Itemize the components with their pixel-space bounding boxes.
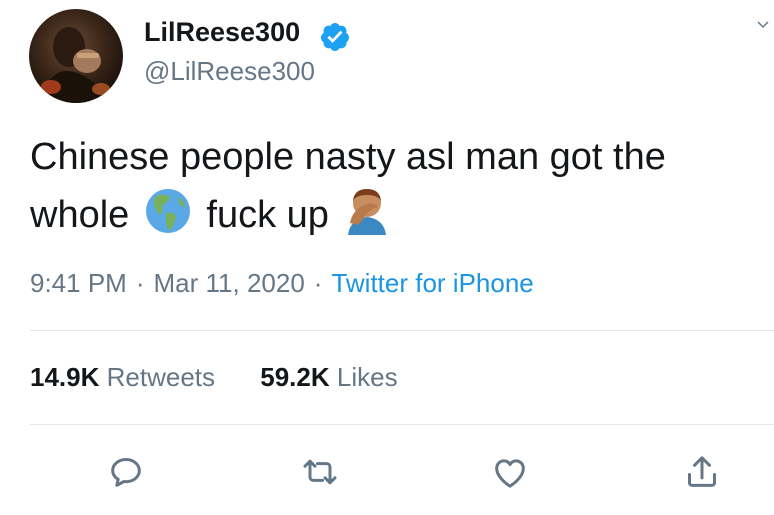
tweet-time: 9:41 PM xyxy=(30,268,127,298)
facepalm-icon xyxy=(347,189,386,235)
tweet-source-link[interactable]: Twitter for iPhone xyxy=(331,268,533,298)
share-icon xyxy=(688,456,716,487)
tweet-text-word: whole xyxy=(30,194,130,236)
like-icon xyxy=(495,459,525,488)
chevron-down-icon[interactable] xyxy=(756,18,770,32)
tweet-text-line-1: Chinese people nasty asl man got the xyxy=(30,136,666,178)
separator: · xyxy=(135,268,145,298)
retweet-icon xyxy=(303,459,337,485)
tweet-meta: 9:41 PM · Mar 11, 2020 · Twitter for iPhone xyxy=(30,268,534,299)
verified-badge-icon xyxy=(320,23,349,51)
divider xyxy=(30,424,774,425)
reply-icon xyxy=(111,458,141,487)
tweet-text-line-2: whole fuck up xyxy=(30,185,750,240)
likes-label: Likes xyxy=(336,362,398,392)
reply-button[interactable] xyxy=(106,452,146,492)
retweet-button[interactable] xyxy=(300,452,340,492)
like-button[interactable] xyxy=(490,452,530,492)
retweets-label: Retweets xyxy=(106,362,216,392)
globe-americas-icon xyxy=(145,189,190,233)
likes-stat[interactable]: 59.2K Likes xyxy=(260,362,397,393)
display-name[interactable]: LilReese300 xyxy=(144,17,300,48)
retweets-stat[interactable]: 14.9K Retweets xyxy=(30,362,215,393)
tweet-stats: 14.9K Retweets 59.2K Likes xyxy=(30,362,436,393)
divider xyxy=(30,330,774,331)
separator: · xyxy=(313,268,323,298)
tweet-text-word: fuck up xyxy=(206,194,329,236)
tweet-text: Chinese people nasty asl man got the who… xyxy=(30,130,750,240)
avatar[interactable] xyxy=(29,9,123,103)
share-button[interactable] xyxy=(682,452,722,492)
user-handle[interactable]: @LilReese300 xyxy=(144,56,315,87)
retweets-count: 14.9K xyxy=(30,362,100,392)
tweet-date[interactable]: Mar 11, 2020 xyxy=(154,268,305,298)
likes-count: 59.2K xyxy=(260,362,330,392)
